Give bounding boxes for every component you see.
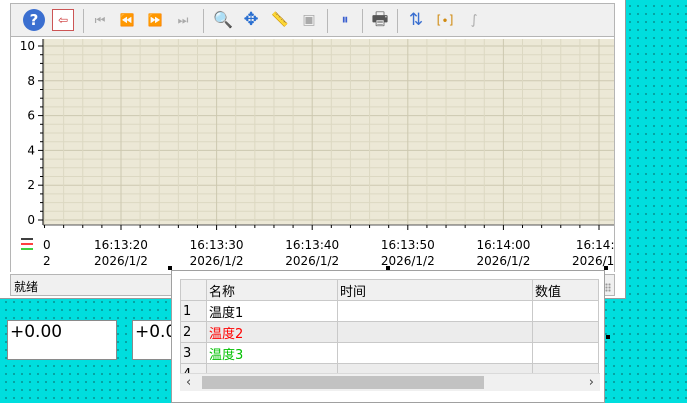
trend-window: ? ⇦ ⏮ ⏪ ⏩ ⏭ 🔍 ✥ 📏 ▣ ⏸ 🖶 ⇅ [∙] ∫ 10 8 6 4 2 0 1… <box>0 0 626 299</box>
y-tick-label: 6 <box>27 109 35 123</box>
cell-name[interactable]: 温度3 <box>206 342 338 364</box>
y-tick-label: 0 <box>27 213 35 227</box>
y-tick-label: 10 <box>20 39 35 53</box>
cell-name[interactable]: 温度2 <box>206 321 338 343</box>
y-tick-label: 2 <box>27 178 35 192</box>
row-index: 1 <box>180 300 207 322</box>
data-table: 名称 时间 数值 1 温度1 2 温度2 3 温度3 4 <box>180 279 599 385</box>
horizontal-scrollbar[interactable]: ‹ › <box>180 373 600 391</box>
toolbar-separator <box>203 9 204 33</box>
status-text: 就绪 <box>14 280 39 294</box>
pan-icon[interactable]: ✥ <box>240 9 262 31</box>
table-row[interactable]: 1 温度1 <box>180 300 599 322</box>
numeric-display: +0.00 <box>7 320 117 360</box>
help-icon[interactable]: ? <box>23 9 45 31</box>
ruler-icon[interactable]: 📏 <box>269 9 291 31</box>
toolbar-separator <box>397 9 398 33</box>
trend-chart[interactable]: 10 8 6 4 2 0 16:13:20 2026/1/2 16:13:30 2026/1/2 1… <box>10 37 626 272</box>
x-tick-date: 2026/1/2 <box>285 254 339 268</box>
x-tick-time: 16:13:50 <box>381 238 435 252</box>
cell-name[interactable]: 温度1 <box>206 300 338 322</box>
table-header-row: 名称 时间 数值 <box>180 279 599 301</box>
x-tick-partial: 2 <box>43 254 51 268</box>
cell-value[interactable] <box>532 300 599 322</box>
cell-time[interactable] <box>337 300 533 322</box>
plot-area <box>43 39 614 225</box>
y-tick-label: 8 <box>27 74 35 88</box>
toolbar-separator <box>362 9 363 33</box>
column-header-name[interactable]: 名称 <box>206 279 338 301</box>
x-tick-date: 2026/1/2 <box>94 254 148 268</box>
zoom-icon[interactable]: 🔍 <box>212 9 234 31</box>
column-header-value[interactable]: 数值 <box>532 279 599 301</box>
first-icon[interactable]: ⏮ <box>89 9 111 31</box>
bracket-icon[interactable]: [∙] <box>434 9 456 31</box>
x-tick-time: 16:14:1 <box>576 238 614 252</box>
row-header-corner <box>180 279 207 301</box>
swap-icon[interactable]: ⇅ <box>405 9 427 31</box>
scroll-right-icon[interactable]: › <box>589 374 594 391</box>
scrollbar-thumb[interactable] <box>202 376 484 389</box>
x-tick-partial: 0 <box>43 238 51 252</box>
toolbar-separator <box>83 9 84 33</box>
x-tick-time: 16:13:40 <box>285 238 339 252</box>
scroll-left-icon[interactable]: ‹ <box>186 374 191 391</box>
toolbar-separator <box>327 9 328 33</box>
print-icon[interactable]: 🖶 <box>369 9 391 31</box>
row-index: 3 <box>180 342 207 364</box>
pause-icon[interactable]: ⏸ <box>334 9 356 31</box>
forward-icon[interactable]: ⏩ <box>144 9 166 31</box>
last-icon[interactable]: ⏭ <box>172 9 194 31</box>
trend-toolbar: ? ⇦ ⏮ ⏪ ⏩ ⏭ 🔍 ✥ 📏 ▣ ⏸ 🖶 ⇅ [∙] ∫ <box>10 3 615 37</box>
cell-value[interactable] <box>532 342 599 364</box>
x-tick-date: 2026/1/2 <box>190 254 244 268</box>
row-index: 2 <box>180 321 207 343</box>
x-tick-time: 16:13:30 <box>190 238 244 252</box>
back-icon[interactable]: ⏪ <box>116 9 138 31</box>
y-tick-label: 4 <box>27 143 35 157</box>
x-tick-date: 2026/1/2 <box>476 254 530 268</box>
table-row[interactable]: 2 温度2 <box>180 321 599 343</box>
cell-value[interactable] <box>532 321 599 343</box>
table-row[interactable]: 3 温度3 <box>180 342 599 364</box>
export-icon[interactable]: ⇦ <box>52 9 74 31</box>
x-tick-time: 16:14:00 <box>476 238 530 252</box>
formula-icon[interactable]: ∫ <box>463 9 485 31</box>
trend-chart-svg: 10 8 6 4 2 0 16:13:20 2026/1/2 16:13:30 2026/1/2 1… <box>20 39 626 268</box>
cell-time[interactable] <box>337 321 533 343</box>
selection-handle[interactable] <box>606 335 610 339</box>
data-grid[interactable]: 名称 时间 数值 1 温度1 2 温度2 3 温度3 4 <box>171 270 605 403</box>
cell-time[interactable] <box>337 342 533 364</box>
scale-icon[interactable]: ▣ <box>298 9 320 31</box>
column-header-time[interactable]: 时间 <box>337 279 533 301</box>
x-tick-time: 16:13:20 <box>94 238 148 252</box>
